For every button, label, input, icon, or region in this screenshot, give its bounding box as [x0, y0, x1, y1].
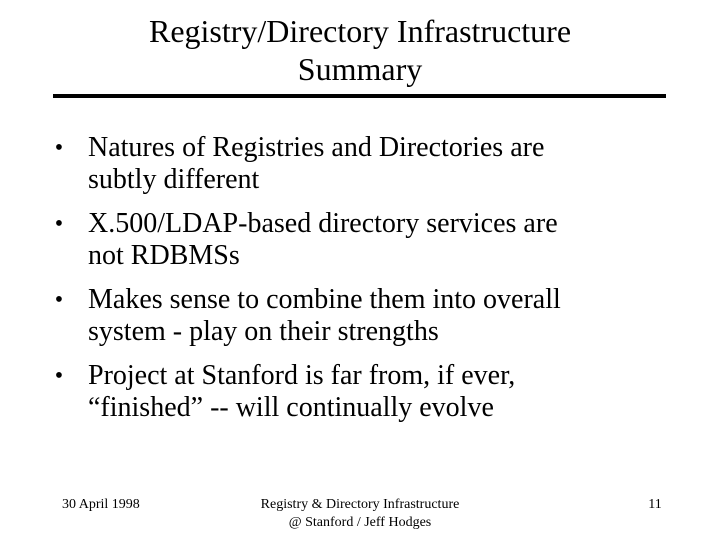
bullet-text-line: Natures of Registries and Directories ar…	[88, 132, 545, 163]
slide-title: Registry/Directory Infrastructure Summar…	[50, 12, 670, 88]
bullet-text-line: subtly different	[88, 164, 260, 195]
title-divider	[53, 94, 666, 98]
bullet-list: • Natures of Registries and Directories …	[30, 132, 670, 436]
title-line-2: Summary	[297, 51, 423, 87]
footer-caption: Registry & Directory Infrastructure @ St…	[200, 496, 520, 532]
bullet-item: • Natures of Registries and Directories …	[30, 132, 670, 196]
bullet-icon: •	[54, 135, 64, 161]
title-line-1: Registry/Directory Infrastructure	[148, 13, 572, 49]
bullet-item: • X.500/LDAP-based directory services ar…	[30, 208, 670, 272]
bullet-item: • Makes sense to combine them into overa…	[30, 284, 670, 348]
bullet-text-line: X.500/LDAP-based directory services are	[88, 208, 558, 239]
footer-caption-line-2: @ Stanford / Jeff Hodges	[288, 515, 432, 530]
footer-caption-line-1: Registry & Directory Infrastructure	[260, 497, 460, 512]
bullet-text-line: “finished” -- will continually evolve	[88, 392, 494, 423]
bullet-icon: •	[54, 287, 64, 313]
bullet-text-line: system - play on their strengths	[88, 316, 439, 347]
bullet-text-line: Makes sense to combine them into overall	[88, 284, 561, 315]
footer-date: 30 April 1998	[62, 497, 140, 512]
bullet-item: • Project at Stanford is far from, if ev…	[30, 360, 670, 424]
bullet-icon: •	[54, 211, 64, 237]
page-number: 11	[648, 497, 662, 512]
bullet-icon: •	[54, 363, 64, 389]
bullet-text-line: Project at Stanford is far from, if ever…	[88, 360, 516, 391]
bullet-text-line: not RDBMSs	[88, 240, 240, 271]
